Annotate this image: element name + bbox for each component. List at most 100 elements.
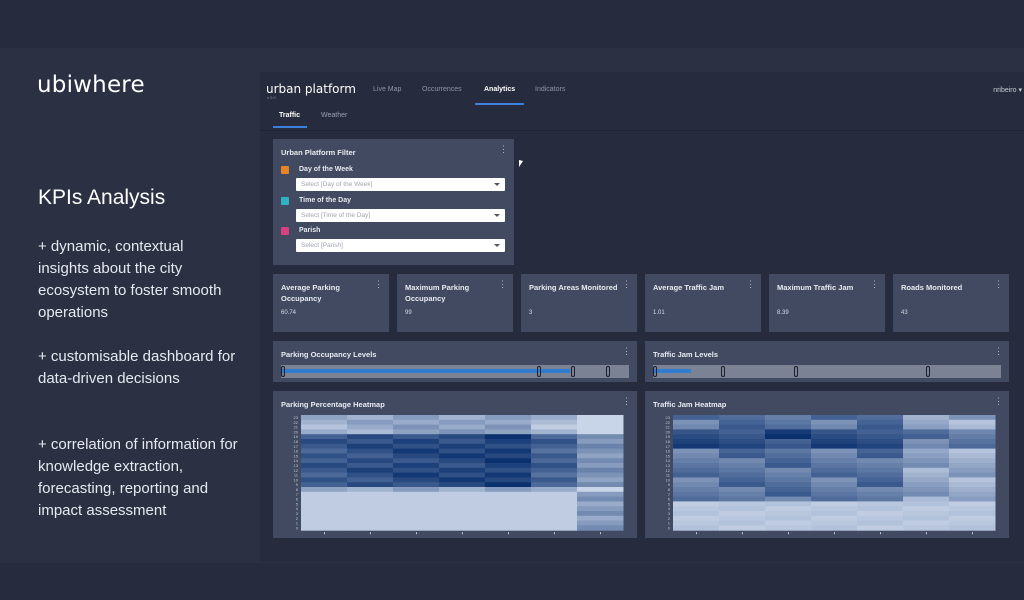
heatmap-cell bbox=[673, 487, 720, 493]
tab-weather[interactable]: Weather bbox=[321, 112, 347, 119]
heatmap-cell bbox=[765, 511, 812, 517]
urban-platform-logo[interactable]: urban platform bbox=[266, 82, 356, 96]
heatmap-cell bbox=[857, 511, 904, 517]
heatmap-cell bbox=[485, 472, 532, 478]
heatmap-cell bbox=[765, 434, 812, 440]
heatmap-cell bbox=[347, 439, 394, 445]
kebab-menu-icon[interactable]: ⋮ bbox=[499, 145, 508, 154]
heatmap-cell bbox=[719, 482, 766, 488]
heatmap-cell bbox=[347, 506, 394, 512]
heatmap-cell bbox=[903, 511, 950, 517]
kebab-menu-icon[interactable]: ⋮ bbox=[746, 280, 755, 289]
heatmap-cell bbox=[719, 506, 766, 512]
heatmap-cell bbox=[577, 511, 624, 517]
nav-live-map[interactable]: Live Map bbox=[373, 86, 401, 93]
level-marker[interactable] bbox=[571, 366, 576, 377]
chevron-down-icon bbox=[494, 244, 500, 247]
heatmap-cell bbox=[485, 415, 532, 421]
heatmap-cell bbox=[531, 439, 578, 445]
heatmap-cell bbox=[301, 419, 348, 426]
heatmap-cell bbox=[719, 496, 766, 502]
heatmap-cell bbox=[439, 415, 486, 421]
level-marker[interactable] bbox=[281, 366, 285, 377]
heatmap-cell bbox=[531, 463, 578, 469]
nav-indicators[interactable]: Indicators bbox=[535, 86, 565, 93]
heatmap-cell bbox=[673, 491, 720, 498]
heatmap-cell bbox=[903, 439, 950, 445]
heatmap-cell bbox=[439, 448, 486, 454]
heatmap-cell bbox=[857, 472, 904, 478]
heatmap-cell bbox=[439, 482, 486, 488]
heatmap-cell bbox=[811, 520, 858, 526]
kebab-menu-icon[interactable]: ⋮ bbox=[498, 280, 507, 289]
heatmap-cell bbox=[577, 463, 624, 469]
kebab-menu-icon[interactable]: ⋮ bbox=[870, 280, 879, 289]
heatmap-cell bbox=[673, 429, 720, 435]
tab-traffic[interactable]: Traffic bbox=[279, 112, 300, 119]
nav-occurrences[interactable]: Occurrences bbox=[422, 86, 462, 93]
heatmap-cell bbox=[949, 491, 996, 498]
heatmap-cell bbox=[903, 482, 950, 488]
heatmap-cell bbox=[577, 506, 624, 512]
heatmap-cell bbox=[347, 525, 394, 531]
heatmap-cell bbox=[531, 458, 578, 464]
level-marker[interactable] bbox=[653, 366, 657, 377]
level-marker[interactable] bbox=[793, 366, 798, 377]
heatmap-cell bbox=[949, 482, 996, 488]
heatmap-cell bbox=[393, 511, 440, 517]
heatmap-cell bbox=[577, 472, 624, 478]
heatmap-cell bbox=[301, 415, 348, 421]
heatmap-cell bbox=[673, 506, 720, 512]
level-marker[interactable] bbox=[925, 366, 930, 377]
heatmap-cell bbox=[903, 458, 950, 464]
kebab-menu-icon[interactable]: ⋮ bbox=[622, 280, 631, 289]
heatmap-cell bbox=[301, 429, 348, 435]
heatmap-cell bbox=[485, 434, 532, 440]
kebab-menu-icon[interactable]: ⋮ bbox=[622, 397, 631, 406]
heatmap-cell bbox=[673, 415, 720, 421]
heatmap-cell bbox=[765, 453, 812, 459]
heatmap-cell bbox=[903, 443, 950, 450]
kebab-menu-icon[interactable]: ⋮ bbox=[994, 347, 1003, 356]
level-marker[interactable] bbox=[720, 366, 725, 377]
heatmap-cell bbox=[531, 491, 578, 498]
kebab-menu-icon[interactable]: ⋮ bbox=[994, 280, 1003, 289]
time-of-day-select[interactable]: Select [Time of the Day] bbox=[296, 209, 505, 222]
kpi-card: Maximum Parking Occupancy ⋮ 99 bbox=[397, 274, 513, 332]
heatmap-cell bbox=[301, 424, 348, 430]
level-marker[interactable] bbox=[536, 366, 541, 377]
parish-select[interactable]: Select [Parish] bbox=[296, 239, 505, 252]
heatmap-cell bbox=[439, 501, 486, 507]
heatmap-cell bbox=[949, 525, 996, 531]
heatmap-cell bbox=[719, 472, 766, 478]
heatmap-cell bbox=[301, 515, 348, 522]
heatmap-cell bbox=[673, 453, 720, 459]
heatmap-cell bbox=[857, 467, 904, 474]
heatmap-cell bbox=[949, 487, 996, 493]
heatmap-cell bbox=[301, 496, 348, 502]
day-of-week-select[interactable]: Select [Day of the Week] bbox=[296, 178, 505, 191]
heatmap-cell bbox=[301, 482, 348, 488]
user-menu[interactable]: nribeiro ▾ bbox=[993, 86, 1022, 94]
heatmap-cell bbox=[577, 482, 624, 488]
nav-analytics[interactable]: Analytics bbox=[484, 86, 515, 93]
heatmap-cell bbox=[347, 443, 394, 450]
filter-icon bbox=[281, 197, 289, 205]
heatmap-cell bbox=[485, 463, 532, 469]
heatmap-cell bbox=[903, 424, 950, 430]
heatmap-cell bbox=[531, 511, 578, 517]
heatmap-col-tick bbox=[972, 532, 973, 535]
kebab-menu-icon[interactable]: ⋮ bbox=[374, 280, 383, 289]
heatmap-cell bbox=[347, 515, 394, 522]
heatmap-cell bbox=[439, 511, 486, 517]
heatmap-col-tick bbox=[554, 532, 555, 535]
kebab-menu-icon[interactable]: ⋮ bbox=[622, 347, 631, 356]
filter-panel: Urban Platform Filter ⋮ Day of the Week … bbox=[273, 139, 514, 265]
heatmap-cell bbox=[577, 467, 624, 474]
level-marker[interactable] bbox=[606, 366, 611, 377]
heatmap-cell bbox=[903, 491, 950, 498]
heatmap-cell bbox=[439, 477, 486, 483]
kebab-menu-icon[interactable]: ⋮ bbox=[994, 397, 1003, 406]
heatmap-cell bbox=[485, 424, 532, 430]
heatmap-cell bbox=[673, 443, 720, 450]
